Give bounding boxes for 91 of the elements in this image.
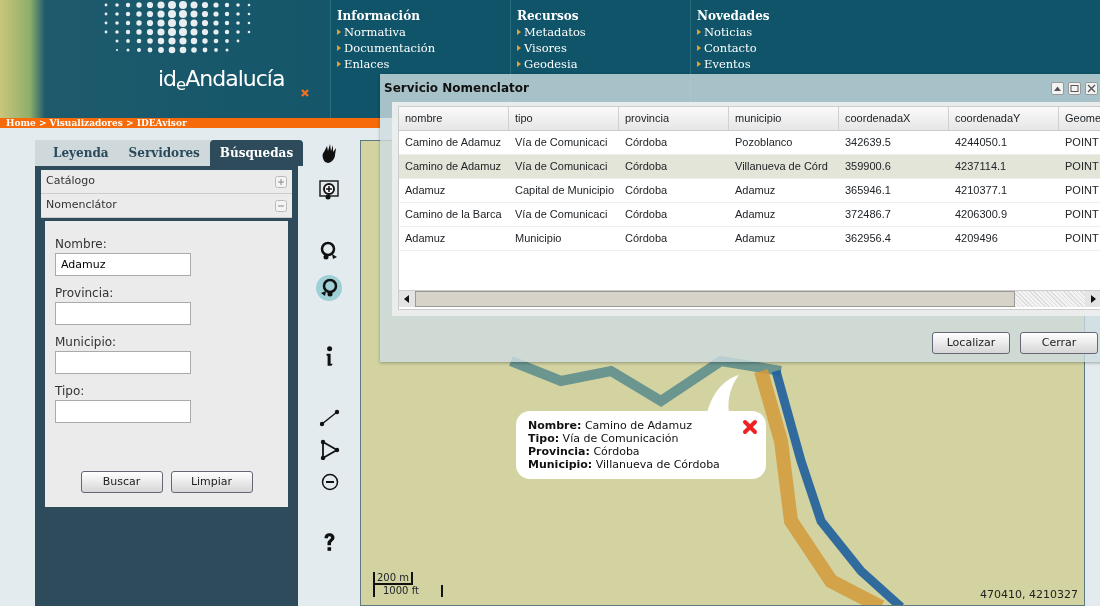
popup-line: Nombre: Camino de Adamuz [528,419,693,432]
menu-link[interactable]: Metadatos [517,24,690,40]
column-header[interactable]: coordenadaX [839,107,949,130]
window-button[interactable] [1051,81,1064,95]
window-button[interactable] [1068,81,1081,95]
column-header[interactable]: coordenadaY [949,107,1059,130]
table-cell-text: 365946.1 [844,183,892,199]
info-icon [325,346,333,366]
input-field[interactable] [55,302,191,325]
scroll-right-icon[interactable] [1085,291,1100,307]
accordion-header[interactable]: Catálogo [41,170,292,194]
menu-title: Recursos [517,8,580,24]
menu-title: Información [337,8,421,24]
table-cell-text: 359900.6 [844,159,892,175]
scroll-left-icon[interactable] [399,291,415,307]
table-cell-text: Villanueva de Córd [734,159,829,175]
menu-title: Novedades [697,8,771,24]
table-cell-text: Adamuz [734,207,777,223]
scale-label: 200 m [373,572,413,585]
field-label: Tipo: [55,383,86,400]
input-field[interactable] [55,400,191,423]
table-cell-text: Córdoba [624,183,669,199]
popup-line: Municipio: Villanueva de Córdoba [528,458,720,471]
table-cell-text: Vía de Comunicaci [514,207,609,223]
table-cell-text: Adamuz [734,231,777,247]
close-icon [1086,82,1097,94]
column-header[interactable]: provincia [619,107,729,130]
form-button[interactable]: Buscar [80,470,163,493]
help-icon [323,533,335,551]
close-icon[interactable] [742,419,758,435]
table-cell-text: 4209496 [954,231,999,247]
accordion-header[interactable]: Nomenclátor [41,194,292,218]
sidebar-tab[interactable]: Leyenda [43,140,119,166]
column-header[interactable]: nombre [399,107,509,130]
menu-link[interactable]: Contacto [697,40,870,56]
menu-link[interactable]: Documentación [337,40,510,56]
table-cell-text: Municipio [514,231,563,247]
column-header[interactable]: municipio [729,107,839,130]
column-header[interactable]: tipo [509,107,619,130]
field-label: Nombre: [55,236,108,253]
menu-link[interactable]: Geodesia [517,56,690,72]
coordinates-readout: 470410, 4210327 [980,586,1078,603]
sidebar-tab[interactable]: Búsquedas [209,140,304,166]
breadcrumb: Home > Visualizadores > IDEAvisor [0,118,380,128]
field-label: Municipio: [55,334,118,351]
column-header[interactable]: Geome [1059,107,1100,130]
table-cell-text: Vía de Comunicaci [514,159,609,175]
popup-line: Provincia: Córdoba [528,445,640,458]
section-title: Catálogo [46,173,95,190]
popup-line: Tipo: Vía de Comunicación [528,432,679,445]
menu-link[interactable]: Enlaces [337,56,510,72]
form-button[interactable]: Limpiar [170,470,253,493]
table-cell-text: Adamuz [734,183,777,199]
logo-text: id$_{e}$Andalucía [158,65,285,94]
table-cell-text: Capital de Municipio [514,183,616,199]
cross-mark-icon [300,88,310,98]
table-cell-text: 362956.4 [844,231,892,247]
menu-link[interactable]: Visores [517,40,690,56]
triangle-icon [318,438,340,460]
table-cell-text: 4237114.1 [954,159,1008,175]
table-cell-text: 4206300.9 [954,207,1008,223]
table-cell-text: Camino de la Barca [404,207,503,223]
table-cell-text: Adamuz [404,231,447,247]
dialog-button[interactable]: Cerrar [1020,332,1098,354]
scrollbar-thumb[interactable] [415,291,1015,307]
table-cell-text: Camino de Adamuz [404,159,502,175]
table-cell-text: Córdoba [624,159,669,175]
table-cell-text: Adamuz [404,183,447,199]
input-field[interactable]: Adamuz [55,253,191,276]
table-cell-text: Córdoba [624,207,669,223]
zoom-in-icon [318,179,340,201]
table-cell-text: 372486.7 [844,207,892,223]
menu-link[interactable]: Noticias [697,24,870,40]
input-field[interactable] [55,351,191,374]
table-row[interactable]: Adamuz Municipio Córdoba Adamuz 362956.4 4209496 POINT [399,227,1100,251]
menu-link[interactable]: Normativa [337,24,510,40]
table-row[interactable]: Adamuz Capital de Municipio Córdoba Adamuz 365946.1 4210377.1 POINT [399,179,1100,203]
field-label: Provincia: [55,285,115,302]
table-row[interactable]: Camino de la Barca Vía de Comunicaci Córdoba Adamuz 372486.7 4206300.9 POINT [399,203,1100,227]
map-tool-button[interactable] [316,275,342,301]
table-cell-text: Córdoba [624,231,669,247]
dialog-title: Servicio Nomenclator [384,80,529,97]
sidebar-tab[interactable]: Servidores [118,140,210,166]
maximize-icon [1069,82,1080,94]
dialog-button[interactable]: Localizar [932,332,1010,354]
section-title: Nomenclátor [46,197,117,214]
scale-label: 1000 ft [373,585,443,597]
window-button[interactable] [1085,81,1098,95]
table-row[interactable]: Camino de Adamuz Vía de Comunicaci Córdoba Villanueva de Córd 359900.6 4237114.1 POINT [399,155,1100,179]
table-cell-text: 4210377.1 [954,183,1008,199]
menu-link[interactable]: Eventos [697,56,870,72]
